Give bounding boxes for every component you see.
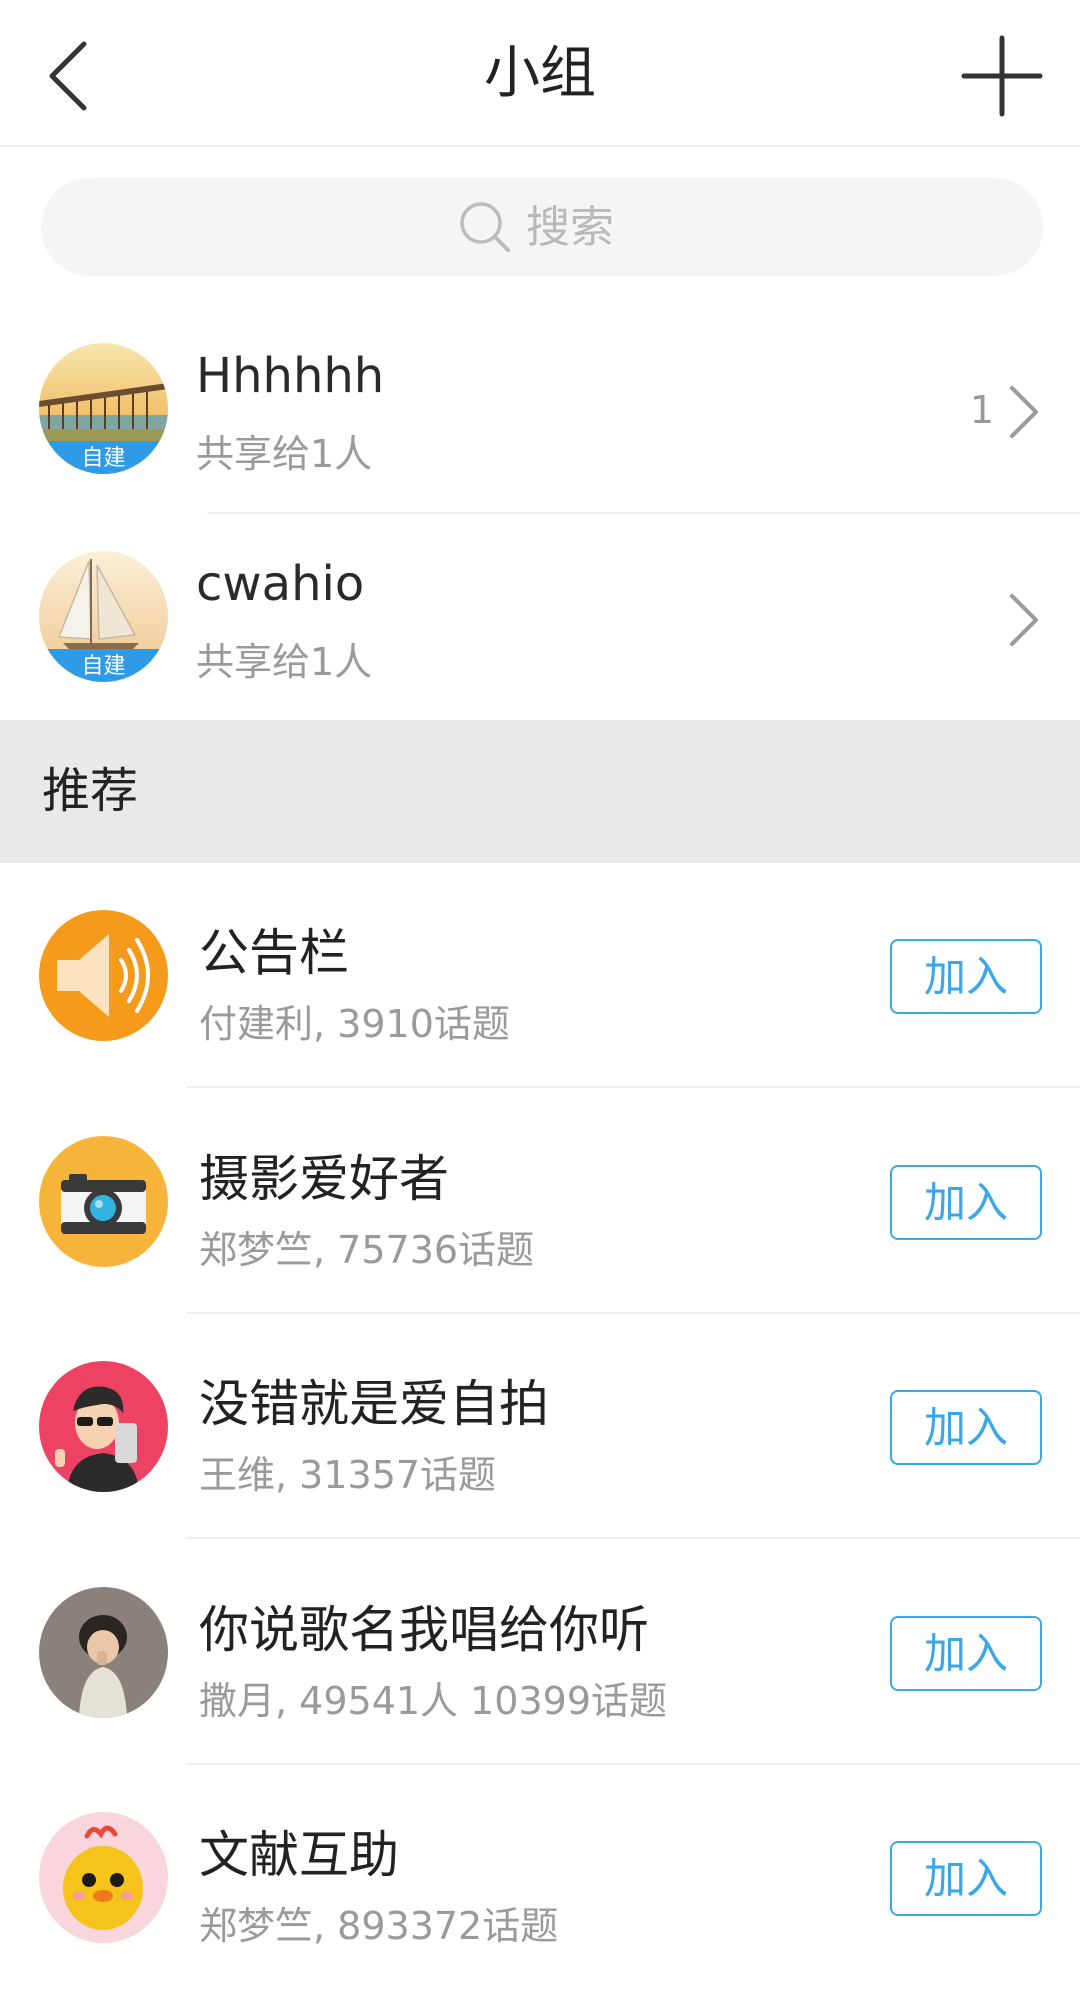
group-share-info: 共享给1人 <box>196 432 373 476</box>
group-name: 你说歌名我唱给你听 <box>199 1601 649 1659</box>
plus-icon[interactable] <box>960 34 1044 118</box>
join-button[interactable]: 加入 <box>890 1165 1042 1240</box>
search-input[interactable] <box>526 201 626 253</box>
group-meta: 王维, 31357话题 <box>199 1453 497 1497</box>
list-item[interactable]: 文献互助 郑梦竺, 893372话题 加入 <box>0 1765 1080 1991</box>
group-item-hhhhhh[interactable]: 自建 Hhhhhh 共享给1人 1 <box>0 306 1080 512</box>
search-bar[interactable] <box>41 178 1043 276</box>
join-button[interactable]: 加入 <box>890 1841 1042 1916</box>
group-name: 公告栏 <box>199 924 349 982</box>
group-name: 没错就是爱自拍 <box>199 1375 549 1433</box>
child-photo-avatar <box>39 1587 168 1718</box>
group-name: Hhhhhh <box>196 348 385 404</box>
search-icon <box>460 202 510 252</box>
self-built-badge: 自建 <box>81 446 125 471</box>
group-avatar-sailboat: 自建 <box>39 551 168 682</box>
list-item[interactable]: 公告栏 付建利, 3910话题 加入 <box>0 863 1080 1089</box>
self-built-badge: 自建 <box>81 654 125 679</box>
group-meta: 付建利, 3910话题 <box>199 1002 510 1046</box>
group-share-info: 共享给1人 <box>196 640 373 684</box>
group-meta: 郑梦竺, 893372话题 <box>199 1904 559 1948</box>
group-name: 文献互助 <box>199 1826 399 1884</box>
chevron-right-icon <box>1010 386 1038 438</box>
join-button[interactable]: 加入 <box>890 939 1042 1014</box>
group-avatar-pier: 自建 <box>39 343 168 474</box>
group-item-cwahio[interactable]: 自建 cwahio 共享给1人 <box>0 514 1080 720</box>
page-title: 小组 <box>484 41 596 106</box>
divider <box>186 1537 1080 1539</box>
speaker-icon <box>39 910 168 1041</box>
group-name: 摄影爱好者 <box>199 1150 449 1208</box>
unread-count: 1 <box>969 388 994 432</box>
recommended-section-header: 推荐 <box>0 720 1080 863</box>
chevron-right-icon <box>1010 594 1038 646</box>
group-meta: 撒月, 49541人 10399话题 <box>199 1679 668 1723</box>
list-item[interactable]: 没错就是爱自拍 王维, 31357话题 加入 <box>0 1314 1080 1540</box>
camera-icon <box>39 1136 168 1267</box>
top-bar: 小组 <box>0 0 1080 147</box>
join-button[interactable]: 加入 <box>890 1390 1042 1465</box>
group-meta: 郑梦竺, 75736话题 <box>199 1228 535 1272</box>
list-item[interactable]: 摄影爱好者 郑梦竺, 75736话题 加入 <box>0 1089 1080 1315</box>
selfie-avatar <box>39 1361 168 1492</box>
section-label: 推荐 <box>42 763 139 819</box>
group-name: cwahio <box>196 556 365 612</box>
chick-avatar <box>39 1812 168 1943</box>
list-item[interactable]: 你说歌名我唱给你听 撒月, 49541人 10399话题 加入 <box>0 1540 1080 1766</box>
join-button[interactable]: 加入 <box>890 1616 1042 1691</box>
divider <box>186 1086 1080 1088</box>
